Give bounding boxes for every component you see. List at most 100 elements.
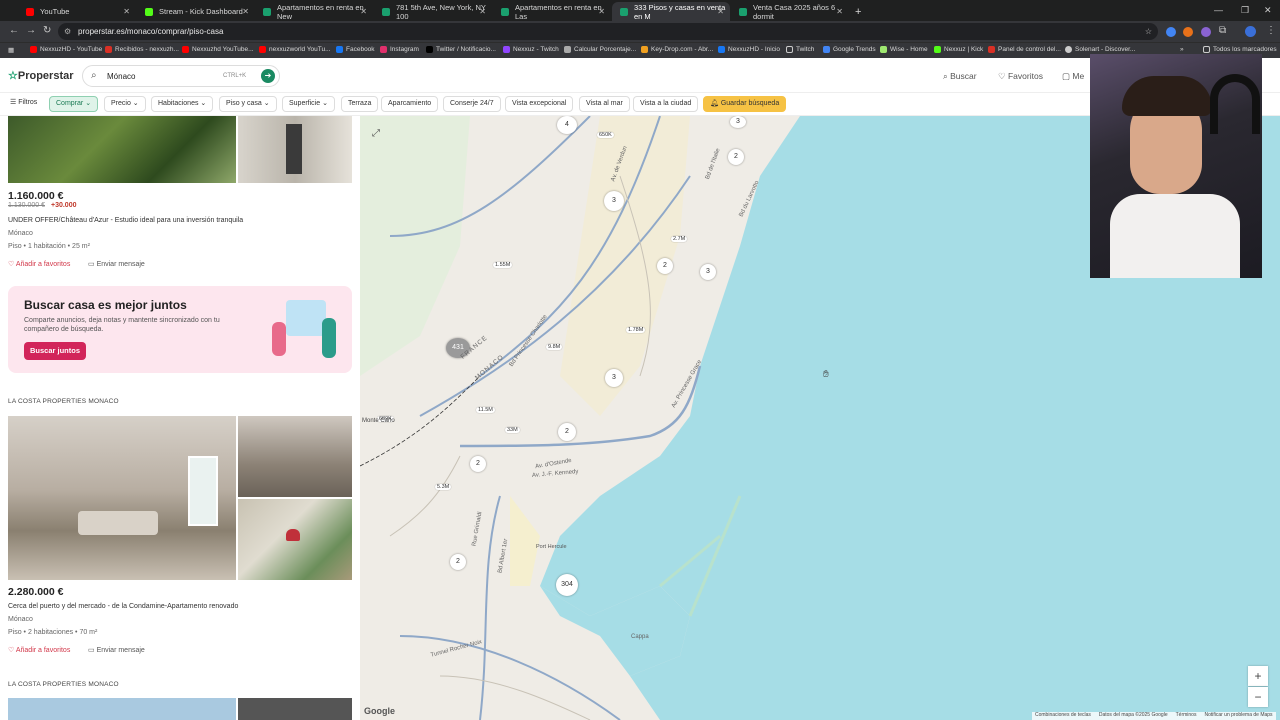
search-input[interactable]: ⌕ Mónaco CTRL+K ➔ <box>82 65 280 87</box>
extensions-puzzle-icon[interactable]: ⧉ <box>1219 25 1226 36</box>
tab-apartamentos-lv[interactable]: Apartamentos en renta en Las ✕ <box>493 2 611 21</box>
map-price-label[interactable]: 1.78M <box>626 327 646 333</box>
favoritos-link[interactable]: ♡ Favoritos <box>998 71 1043 82</box>
bookmark-item[interactable]: Key-Drop.com - Abr... <box>641 46 713 53</box>
window-close-icon[interactable]: ✕ <box>1264 5 1272 16</box>
close-icon[interactable]: ✕ <box>836 7 843 16</box>
bookmark-item[interactable]: Instagram <box>380 46 419 53</box>
bookmark-item[interactable]: Solenart - Discover... <box>1065 46 1135 53</box>
mensajes-link[interactable]: ▢ Me <box>1062 71 1084 82</box>
map-price-label[interactable]: 650K <box>597 132 614 138</box>
vista-al-mar-chip[interactable]: Vista al mar <box>579 96 630 112</box>
extension-icon[interactable] <box>1201 27 1211 37</box>
map-price-label[interactable]: 33M <box>505 427 520 433</box>
tab-kick[interactable]: Stream - Kick Dashboard ✕ <box>137 2 255 21</box>
minimize-icon[interactable]: — <box>1214 5 1223 15</box>
buscar-link[interactable]: ⌕ Buscar <box>943 71 977 82</box>
back-icon[interactable]: ← <box>9 25 19 36</box>
listing-photo-thumb[interactable] <box>238 116 352 183</box>
map-cluster-marker[interactable]: 3 <box>604 191 624 211</box>
new-tab-button[interactable]: + <box>852 2 868 21</box>
map-footer-link[interactable]: Notificar un problema de Maps <box>1204 712 1272 720</box>
map-cluster-marker[interactable]: 2 <box>470 456 486 472</box>
map-footer-link[interactable]: Términos <box>1176 712 1197 720</box>
listing-photo-thumb[interactable] <box>238 698 352 720</box>
terraza-chip[interactable]: Terraza <box>341 96 379 112</box>
close-icon[interactable]: ✕ <box>479 7 486 16</box>
listing-title[interactable]: Cerca del puerto y del mercado - de la C… <box>8 603 238 610</box>
habitaciones-chip[interactable]: Habitaciones ⌄ <box>151 96 214 112</box>
map-price-label[interactable]: 2.7M <box>671 236 688 242</box>
extension-icon[interactable] <box>1183 27 1193 37</box>
forward-icon[interactable]: → <box>26 25 36 36</box>
filtros-button[interactable]: ☰ Filtros <box>4 96 43 112</box>
bookmark-item[interactable]: NexxuzHD - Inicio <box>718 46 780 53</box>
bookmark-item[interactable]: Nexxuz | Kick <box>934 46 983 53</box>
maximize-icon[interactable]: ❐ <box>1241 5 1249 16</box>
close-icon[interactable]: ✕ <box>598 7 605 16</box>
bookmark-item[interactable]: Nexxuz - Twitch <box>503 46 559 53</box>
map-footer-link[interactable]: Combinaciones de teclas <box>1035 712 1091 720</box>
map-cluster-marker[interactable]: 3 <box>730 116 746 128</box>
map-price-label[interactable]: 9.8M <box>546 344 563 350</box>
listing-photo-thumb[interactable] <box>238 416 352 497</box>
listing-photo-main[interactable] <box>8 416 236 580</box>
all-bookmarks[interactable]: Todos los marcadores <box>1203 46 1277 53</box>
conserje-chip[interactable]: Conserje 24/7 <box>443 96 501 112</box>
reload-icon[interactable]: ↻ <box>43 25 51 36</box>
map-cluster-marker[interactable]: 2 <box>728 149 744 165</box>
listing-photo-main[interactable] <box>8 698 236 720</box>
bookmark-folder[interactable]: Twitch <box>786 46 814 53</box>
bookmark-item[interactable]: Facebook <box>336 46 375 53</box>
map-cluster-marker[interactable]: 4 <box>557 116 577 134</box>
bookmarks-overflow-icon[interactable]: » <box>1180 46 1184 53</box>
map-price-label[interactable]: 11.5M <box>476 407 495 413</box>
piso-casa-chip[interactable]: Piso y casa ⌄ <box>219 96 277 112</box>
bookmark-item[interactable]: NexxuzHD - YouTube <box>30 46 102 53</box>
map-cluster-marker[interactable]: 2 <box>657 258 673 274</box>
bookmark-item[interactable]: nexxuzworld YouTu... <box>259 46 331 53</box>
profile-avatar[interactable] <box>1245 26 1256 37</box>
properstar-logo[interactable]: ☆Properstar <box>8 69 74 82</box>
zoom-out-button[interactable]: − <box>1248 687 1268 707</box>
tab-apartamentos-ny[interactable]: Apartamentos en renta en New ✕ <box>255 2 373 21</box>
map-cluster-marker[interactable]: 304 <box>556 574 578 596</box>
close-icon[interactable]: ✕ <box>123 7 130 16</box>
close-icon[interactable]: ✕ <box>717 7 724 16</box>
tab-venta-casa[interactable]: Venta Casa 2025 años 6 dormit ✕ <box>731 2 849 21</box>
precio-chip[interactable]: Precio ⌄ <box>104 96 146 112</box>
vista-ciudad-chip[interactable]: Vista a la ciudad <box>633 96 699 112</box>
extension-icon[interactable] <box>1166 27 1176 37</box>
map-price-label[interactable]: 1.55M <box>493 262 513 268</box>
bookmark-item[interactable]: Google Trends <box>823 46 876 53</box>
map-cluster-marker[interactable]: 2 <box>558 423 576 441</box>
tab-5th-ave[interactable]: 781 5th Ave, New York, NY 100 ✕ <box>374 2 492 21</box>
guardar-busqueda-button[interactable]: 🔔︎ Guardar búsqueda <box>703 96 787 112</box>
send-message-button[interactable]: ▭ Enviar mensaje <box>88 260 145 268</box>
bookmark-item[interactable]: Recibidos - nexxuzh... <box>105 46 179 53</box>
tab-monaco-active[interactable]: 333 Pisos y casas en venta en M ✕ <box>612 2 730 21</box>
map-cluster-marker[interactable]: 3 <box>700 264 716 280</box>
listing-photo-thumb[interactable] <box>238 499 352 580</box>
listing-title[interactable]: UNDER OFFER/Château d'Azur - Estudio ide… <box>8 217 243 224</box>
add-favorite-button[interactable]: ♡ Añadir a favoritos <box>8 260 70 268</box>
add-favorite-button[interactable]: ♡ Añadir a favoritos <box>8 646 70 654</box>
map-price-label[interactable]: 5.3M <box>435 484 452 490</box>
comprar-chip[interactable]: Comprar ⌄ <box>49 96 99 112</box>
buscar-juntos-button[interactable]: Buscar juntos <box>24 342 87 360</box>
url-input[interactable]: ⚙ properstar.es/monaco/comprar/piso-casa… <box>58 23 1158 40</box>
tab-youtube[interactable]: YouTube ✕ <box>18 2 136 21</box>
map-cluster-marker[interactable]: 2 <box>450 554 466 570</box>
bookmark-star-icon[interactable]: ☆ <box>1145 23 1152 40</box>
vista-excepcional-chip[interactable]: Vista excepcional <box>505 96 574 112</box>
expand-map-icon[interactable]: ⤢ <box>372 128 380 139</box>
zoom-in-button[interactable]: + <box>1248 666 1268 686</box>
superficie-chip[interactable]: Superficie ⌄ <box>282 96 335 112</box>
menu-icon[interactable]: ⋮ <box>1266 25 1276 36</box>
search-go-button[interactable]: ➔ <box>261 69 275 83</box>
listing-photo-main[interactable] <box>8 116 236 183</box>
bookmark-item[interactable]: Wise - Home <box>880 46 928 53</box>
site-info-icon[interactable]: ⚙ <box>64 23 71 40</box>
close-icon[interactable]: ✕ <box>360 7 367 16</box>
bookmark-item[interactable]: Panel de control del... <box>988 46 1061 53</box>
